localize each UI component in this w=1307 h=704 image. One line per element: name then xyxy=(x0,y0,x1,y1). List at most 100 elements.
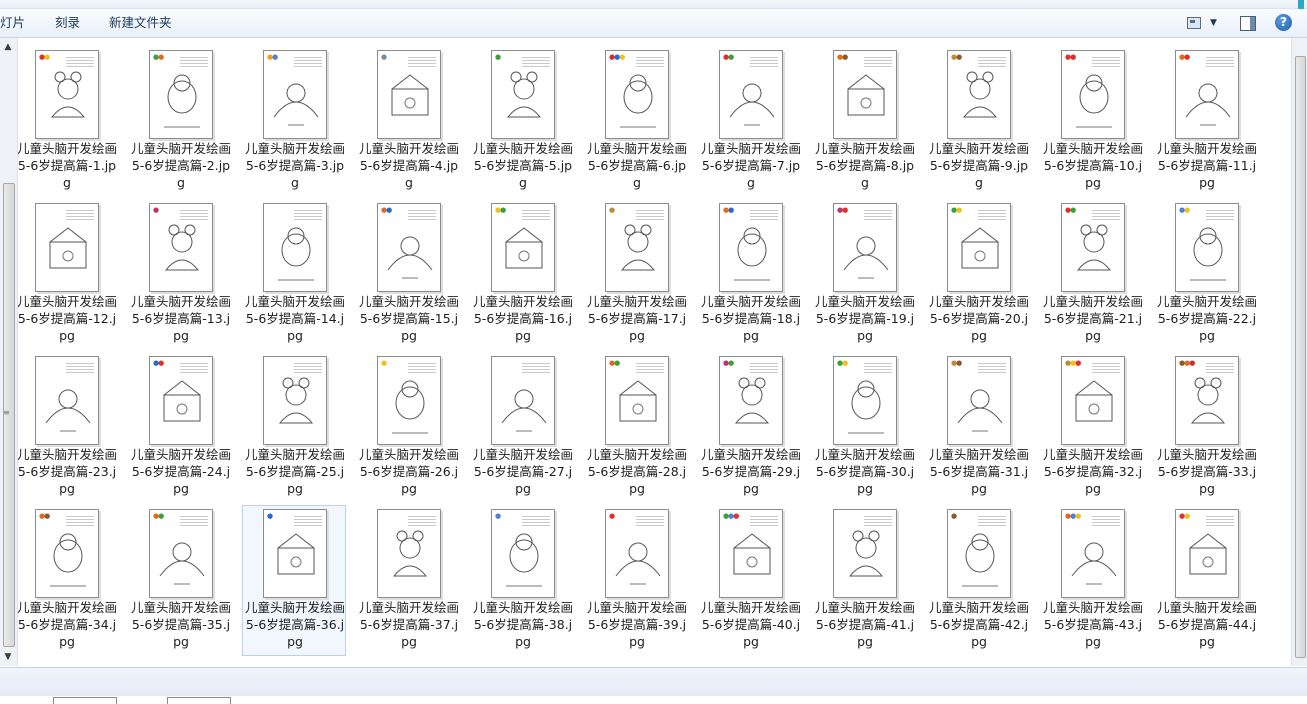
file-item[interactable]: 儿童头脑开发绘画5-6岁提高篇-41.jpg xyxy=(812,505,916,656)
file-item[interactable]: ●● 儿童头脑开发绘画5-6岁提高篇-16.jpg xyxy=(470,199,574,350)
file-item[interactable]: ●●● 儿童头脑开发绘画5-6岁提高篇-33.jpg xyxy=(1154,352,1258,503)
file-item[interactable]: ●●● 儿童头脑开发绘画5-6岁提高篇-43.jpg xyxy=(1040,505,1144,656)
file-name: 儿童头脑开发绘画5-6岁提高篇-18.jpg xyxy=(700,294,801,343)
instruction-text-lines xyxy=(750,55,778,67)
instruction-text-lines xyxy=(294,55,322,67)
file-item[interactable]: ● 儿童头脑开发绘画5-6岁提高篇-26.jpg xyxy=(356,352,460,503)
color-swatch-icon: ●● xyxy=(153,53,164,61)
preview-pane-icon[interactable] xyxy=(1239,14,1257,32)
file-item[interactable]: 儿童头脑开发绘画5-6岁提高篇-37.jpg xyxy=(356,505,460,656)
file-item[interactable]: 儿童头脑开发绘画5-6岁提高篇-27.jpg xyxy=(470,352,574,503)
file-item[interactable]: ●● 儿童头脑开发绘画5-6岁提高篇-10.jpg xyxy=(1040,46,1144,197)
toolbar-burn-button[interactable]: 刻录 xyxy=(55,14,80,32)
file-item[interactable]: ●● 儿童头脑开发绘画5-6岁提高篇-9.jpg xyxy=(926,46,1030,197)
file-thumbnail: ●●● xyxy=(719,509,783,598)
file-item[interactable]: ●● 儿童头脑开发绘画5-6岁提高篇-19.jpg xyxy=(812,199,916,350)
instruction-text-lines xyxy=(408,514,436,526)
file-item[interactable]: 儿童头脑开发绘画5-6岁提高篇-25.jpg xyxy=(242,352,346,503)
instruction-text-lines xyxy=(294,208,322,220)
toolbar-slideshow-button[interactable]: 灯片 xyxy=(0,14,25,32)
line-drawing xyxy=(163,380,201,422)
line-drawing xyxy=(273,83,319,126)
file-item[interactable]: ●● 儿童头脑开发绘画5-6岁提高篇-8.jpg xyxy=(812,46,916,197)
file-name: 儿童头脑开发绘画5-6岁提高篇-34.jpg xyxy=(16,600,117,649)
scroll-up-arrow-icon[interactable]: ▲ xyxy=(3,42,13,52)
color-swatch-icon: ●● xyxy=(495,206,506,214)
color-swatch-icon: ●● xyxy=(837,53,848,61)
line-drawing xyxy=(848,380,884,434)
instruction-text-lines xyxy=(864,208,892,220)
line-drawing xyxy=(50,533,86,587)
file-item[interactable]: ●● 儿童头脑开发绘画5-6岁提高篇-18.jpg xyxy=(698,199,802,350)
file-item[interactable]: ●● 儿童头脑开发绘画5-6岁提高篇-29.jpg xyxy=(698,352,802,503)
file-item[interactable]: ●● 儿童头脑开发绘画5-6岁提高篇-1.jpg xyxy=(14,46,118,197)
color-swatch-icon: ●● xyxy=(837,359,848,367)
file-item[interactable]: ●● 儿童头脑开发绘画5-6岁提高篇-21.jpg xyxy=(1040,199,1144,350)
file-name: 儿童头脑开发绘画5-6岁提高篇-16.jpg xyxy=(472,294,573,343)
file-item[interactable]: ● 儿童头脑开发绘画5-6岁提高篇-42.jpg xyxy=(926,505,1030,656)
file-thumbnail: ●●● xyxy=(1175,356,1239,445)
color-swatch-icon: ●● xyxy=(39,512,50,520)
file-item[interactable]: ● 儿童头脑开发绘画5-6岁提高篇-4.jpg xyxy=(356,46,460,197)
help-icon[interactable]: ? xyxy=(1275,14,1293,32)
instruction-text-lines xyxy=(408,361,436,373)
file-item[interactable]: ●● 儿童头脑开发绘画5-6岁提高篇-3.jpg xyxy=(242,46,346,197)
file-item[interactable]: 儿童头脑开发绘画5-6岁提高篇-23.jpg xyxy=(14,352,118,503)
file-item[interactable]: ● 儿童头脑开发绘画5-6岁提高篇-13.jpg xyxy=(128,199,232,350)
file-item[interactable]: ●● 儿童头脑开发绘画5-6岁提高篇-44.jpg xyxy=(1154,505,1258,656)
line-drawing xyxy=(1076,74,1112,128)
file-item[interactable]: ●● 儿童头脑开发绘画5-6岁提高篇-24.jpg xyxy=(128,352,232,503)
file-list-view[interactable]: ●● 儿童头脑开发绘画5-6岁提高篇-1.jpg ●● 儿童头脑开发绘画5-6岁提高篇… xyxy=(0,38,1307,704)
file-thumbnail: ● xyxy=(605,203,669,292)
instruction-text-lines xyxy=(522,208,550,220)
file-item[interactable]: ●● 儿童头脑开发绘画5-6岁提高篇-11.jpg xyxy=(1154,46,1258,197)
chevron-down-icon[interactable]: ▼ xyxy=(1210,14,1220,32)
line-drawing xyxy=(1185,83,1231,126)
file-item[interactable]: ●● 儿童头脑开发绘画5-6岁提高篇-2.jpg xyxy=(128,46,232,197)
file-list-scrollbar[interactable] xyxy=(1291,38,1307,666)
file-thumbnail: ●● xyxy=(1175,50,1239,139)
file-item[interactable]: 儿童头脑开发绘画5-6岁提高篇-12.jpg xyxy=(14,199,118,350)
line-drawing xyxy=(962,71,998,118)
scroll-down-arrow-icon[interactable]: ▼ xyxy=(3,652,13,662)
file-item[interactable]: ●● 儿童头脑开发绘画5-6岁提高篇-22.jpg xyxy=(1154,199,1258,350)
pane-resize-grip-icon[interactable]: ≡ xyxy=(3,408,10,417)
file-item[interactable]: ● 儿童头脑开发绘画5-6岁提高篇-39.jpg xyxy=(584,505,688,656)
file-item[interactable]: ●● 儿童头脑开发绘画5-6岁提高篇-28.jpg xyxy=(584,352,688,503)
file-item[interactable]: ●● 儿童头脑开发绘画5-6岁提高篇-35.jpg xyxy=(128,505,232,656)
file-item[interactable]: ●●● 儿童头脑开发绘画5-6岁提高篇-40.jpg xyxy=(698,505,802,656)
line-drawing xyxy=(615,542,661,585)
file-thumbnail: ● xyxy=(263,509,327,598)
instruction-text-lines xyxy=(66,208,94,220)
file-thumbnail xyxy=(35,356,99,445)
line-drawing xyxy=(392,530,428,577)
file-item[interactable]: ●● 儿童头脑开发绘画5-6岁提高篇-34.jpg xyxy=(14,505,118,656)
line-drawing xyxy=(387,236,433,279)
file-item[interactable]: ●● 儿童头脑开发绘画5-6岁提高篇-31.jpg xyxy=(926,352,1030,503)
file-item[interactable]: ●● 儿童头脑开发绘画5-6岁提高篇-15.jpg xyxy=(356,199,460,350)
toolbar-new-folder-button[interactable]: 新建文件夹 xyxy=(109,14,172,32)
file-item[interactable]: ●● 儿童头脑开发绘画5-6岁提高篇-30.jpg xyxy=(812,352,916,503)
color-swatch-icon: ● xyxy=(381,359,387,367)
file-thumbnail: ● xyxy=(605,509,669,598)
navigation-pane-scrollbar[interactable]: ▲ ≡ ▼ xyxy=(0,38,18,666)
file-item[interactable]: ●●● 儿童头脑开发绘画5-6岁提高篇-6.jpg xyxy=(584,46,688,197)
line-drawing xyxy=(1190,227,1226,281)
line-drawing xyxy=(1075,380,1113,422)
instruction-text-lines xyxy=(1092,208,1120,220)
view-options-icon[interactable] xyxy=(1186,14,1202,32)
file-item[interactable]: 儿童头脑开发绘画5-6岁提高篇-14.jpg xyxy=(242,199,346,350)
file-item[interactable]: ●● 儿童头脑开发绘画5-6岁提高篇-7.jpg xyxy=(698,46,802,197)
file-item[interactable]: ● 儿童头脑开发绘画5-6岁提高篇-5.jpg xyxy=(470,46,574,197)
color-swatch-icon: ●● xyxy=(267,53,278,61)
file-thumbnail: ●● xyxy=(833,356,897,445)
instruction-text-lines xyxy=(864,55,892,67)
file-item[interactable]: ● 儿童头脑开发绘画5-6岁提高篇-38.jpg xyxy=(470,505,574,656)
file-item[interactable]: ● 儿童头脑开发绘画5-6岁提高篇-36.jpg xyxy=(242,505,346,656)
file-name: 儿童头脑开发绘画5-6岁提高篇-38.jpg xyxy=(472,600,573,649)
file-item[interactable]: ●● 儿童头脑开发绘画5-6岁提高篇-20.jpg xyxy=(926,199,1030,350)
scrollbar-thumb[interactable] xyxy=(1295,56,1306,658)
file-item[interactable]: ●●● 儿童头脑开发绘画5-6岁提高篇-32.jpg xyxy=(1040,352,1144,503)
file-item[interactable]: ● 儿童头脑开发绘画5-6岁提高篇-17.jpg xyxy=(584,199,688,350)
line-drawing xyxy=(734,377,770,424)
